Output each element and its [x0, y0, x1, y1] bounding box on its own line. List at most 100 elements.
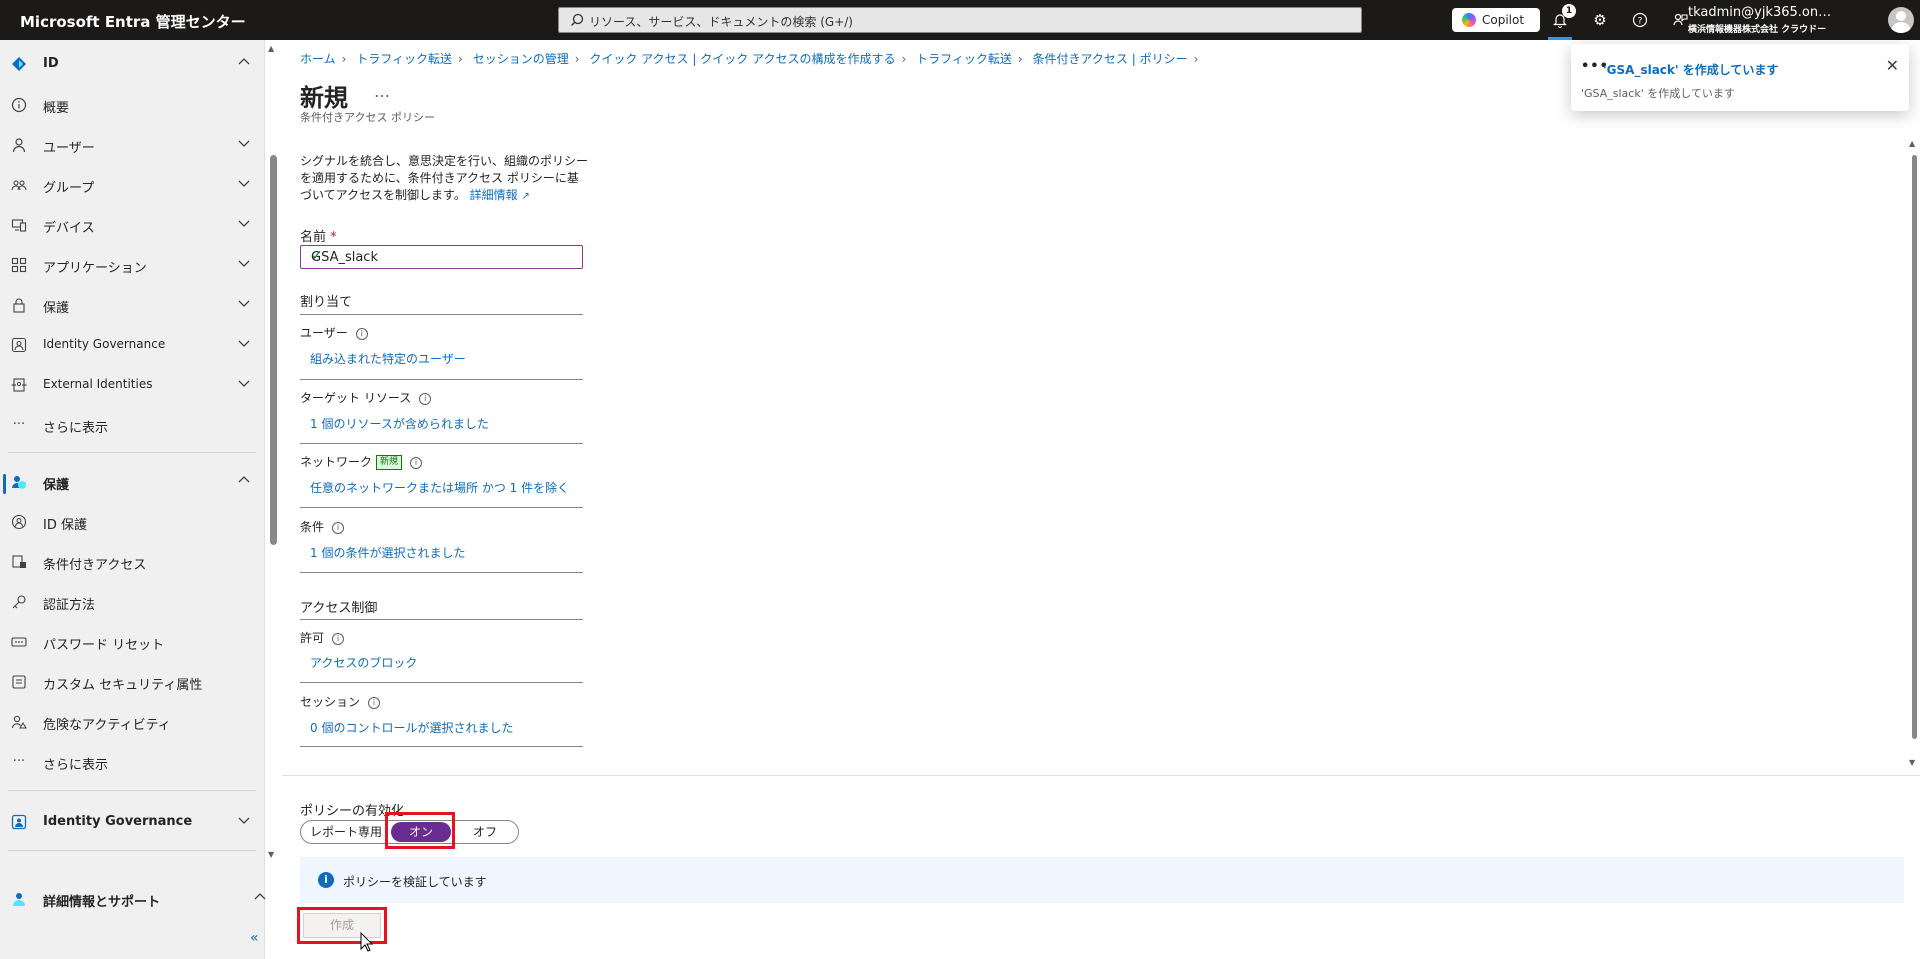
help-icon[interactable]: ? — [1628, 8, 1652, 32]
key-icon — [11, 594, 27, 610]
breadcrumb-item[interactable]: ホーム — [300, 52, 336, 66]
sidebar-item-show-more[interactable]: ··· さらに表示 — [0, 409, 262, 441]
sidebar-item-protection[interactable]: 保護 — [0, 289, 262, 321]
users-link[interactable]: 組み込まれた特定のユーザー — [310, 350, 466, 367]
network-label: ネットワーク 新規 i — [300, 453, 423, 470]
section-divider — [300, 443, 583, 444]
chevron-down-icon[interactable] — [236, 175, 252, 191]
info-icon[interactable]: i — [368, 696, 381, 709]
copilot-button[interactable]: Copilot — [1452, 8, 1540, 32]
notification-toast[interactable]: ••• 'GSA_slack' を作成しています 'GSA_slack' を作成… — [1571, 44, 1909, 111]
user-name[interactable]: tkadmin@yjk365.on… — [1688, 5, 1831, 20]
info-icon[interactable]: i — [332, 521, 345, 534]
info-icon[interactable]: i — [355, 327, 368, 340]
sidebar-item-identity-governance[interactable]: Identity Governance — [0, 329, 262, 361]
conditions-link[interactable]: 1 個の条件が選択されました — [310, 544, 465, 561]
password-icon — [11, 634, 27, 650]
sidebar-item-id[interactable]: ID — [0, 48, 262, 80]
chevron-right-icon: › — [574, 52, 580, 66]
info-icon[interactable]: i — [410, 456, 423, 469]
sidebar-item-authentication-methods[interactable]: 認証方法 — [0, 586, 262, 618]
assignments-heading: 割り当て — [300, 295, 353, 310]
page-title: 新規 — [300, 84, 348, 112]
sidebar-item-password-reset[interactable]: パスワード リセット — [0, 626, 262, 658]
gear-icon[interactable]: ⚙ — [1588, 8, 1612, 32]
scroll-down-arrow-icon[interactable]: ▼ — [268, 850, 274, 859]
breadcrumb-item[interactable]: クイック アクセス | クイック アクセスの構成を作成する — [589, 52, 895, 66]
chevron-up-icon[interactable] — [236, 472, 252, 488]
sidebar-item-conditional-access[interactable]: 条件付きアクセス — [0, 546, 262, 578]
sidebar-divider — [8, 790, 256, 791]
section-divider — [300, 682, 583, 683]
sidebar-item-groups[interactable]: グループ — [0, 169, 262, 201]
policy-name-input[interactable]: GSA_slack ✓ — [300, 245, 583, 269]
validation-message: ポリシーを検証しています — [343, 875, 487, 889]
chevron-down-icon[interactable] — [236, 215, 252, 231]
sidebar: ID 概要 ユーザー グループ デバイス アプリケーション 保護 Identit… — [0, 40, 266, 959]
close-icon[interactable]: ✕ — [1886, 56, 1899, 75]
entra-diamond-icon — [11, 56, 27, 72]
sidebar-section-identity-governance[interactable]: Identity Governance — [0, 806, 262, 838]
notification-active-indicator — [1548, 37, 1572, 40]
sidebar-item-custom-security-attributes[interactable]: カスタム セキュリティ属性 — [0, 666, 262, 698]
more-options-icon[interactable]: … — [374, 82, 390, 101]
breadcrumb-item[interactable]: 条件付きアクセス | ポリシー — [1033, 52, 1188, 66]
breadcrumb-item[interactable]: セッションの管理 — [473, 52, 569, 66]
toggle-off[interactable]: オフ — [451, 821, 518, 843]
sidebar-item-id-protection[interactable]: ID 保護 — [0, 506, 262, 538]
avatar[interactable] — [1888, 7, 1914, 33]
chevron-down-icon[interactable] — [236, 135, 252, 151]
sidebar-section-protection[interactable]: 保護 — [0, 466, 262, 498]
chevron-down-icon[interactable] — [236, 812, 252, 828]
app-title[interactable]: Microsoft Entra 管理センター — [20, 11, 246, 32]
toast-body: 'GSA_slack' を作成しています — [1581, 87, 1735, 100]
sidebar-scrollbar[interactable] — [270, 155, 277, 545]
search-input[interactable]: リソース、サービス、ドキュメントの検索 (G+/) — [558, 7, 1362, 33]
svg-text:?: ? — [1638, 17, 1643, 27]
info-icon[interactable]: i — [332, 632, 345, 645]
chevron-right-icon: › — [341, 52, 347, 66]
section-divider — [300, 572, 583, 573]
collapse-sidebar-icon[interactable]: « — [250, 930, 259, 946]
breadcrumb-item[interactable]: トラフィック転送 — [356, 52, 452, 66]
attribute-icon — [11, 674, 27, 690]
target-resources-link[interactable]: 1 個のリソースが含められました — [310, 415, 489, 432]
protection-icon — [11, 474, 27, 490]
governance-icon — [11, 814, 27, 830]
sidebar-item-applications[interactable]: アプリケーション — [0, 249, 262, 281]
chevron-right-icon: › — [1193, 52, 1199, 66]
grant-label: 許可 i — [300, 629, 345, 646]
breadcrumb-item[interactable]: トラフィック転送 — [916, 52, 1012, 66]
learn-more-link[interactable]: 詳細情報 — [470, 188, 518, 202]
chevron-down-icon[interactable] — [236, 255, 252, 271]
chevron-up-icon[interactable] — [252, 889, 268, 905]
sidebar-item-devices[interactable]: デバイス — [0, 209, 262, 241]
user-organization[interactable]: 横浜情報機器株式会社 クラウドー — [1688, 22, 1826, 35]
highlight-box — [385, 812, 455, 849]
sidebar-item-show-more-2[interactable]: ··· さらに表示 — [0, 746, 262, 778]
session-link[interactable]: 0 個のコントロールが選択されました — [310, 719, 513, 736]
apps-icon — [11, 257, 27, 273]
chevron-up-icon[interactable] — [236, 54, 252, 70]
network-link[interactable]: 任意のネットワークまたは場所 かつ 1 件を除く — [310, 479, 569, 496]
info-icon: i — [318, 872, 334, 888]
chevron-down-icon[interactable] — [236, 295, 252, 311]
copilot-icon — [1462, 13, 1476, 27]
scroll-up-arrow-icon[interactable]: ▲ — [1909, 139, 1915, 148]
scroll-up-arrow-icon[interactable]: ▲ — [268, 44, 274, 53]
sidebar-item-overview[interactable]: 概要 — [0, 89, 262, 121]
access-controls-heading: アクセス制御 — [300, 601, 378, 616]
info-icon[interactable]: i — [419, 392, 432, 405]
sidebar-item-external-identities[interactable]: External Identities — [0, 369, 262, 401]
sidebar-item-users[interactable]: ユーザー — [0, 129, 262, 161]
sidebar-item-risky-activities[interactable]: 危険なアクティビティ — [0, 706, 262, 738]
sidebar-section-learn-support[interactable]: 詳細情報とサポート — [0, 883, 266, 915]
main-scrollbar[interactable] — [1912, 155, 1917, 739]
scroll-down-arrow-icon[interactable]: ▼ — [1909, 758, 1915, 767]
toggle-report-only[interactable]: レポート専用 — [301, 821, 391, 843]
external-identities-icon — [11, 377, 27, 393]
grant-link[interactable]: アクセスのブロック — [310, 654, 417, 671]
validation-message-bar: i ポリシーを検証しています — [300, 857, 1904, 903]
chevron-down-icon[interactable] — [236, 375, 252, 391]
chevron-down-icon[interactable] — [236, 335, 252, 351]
